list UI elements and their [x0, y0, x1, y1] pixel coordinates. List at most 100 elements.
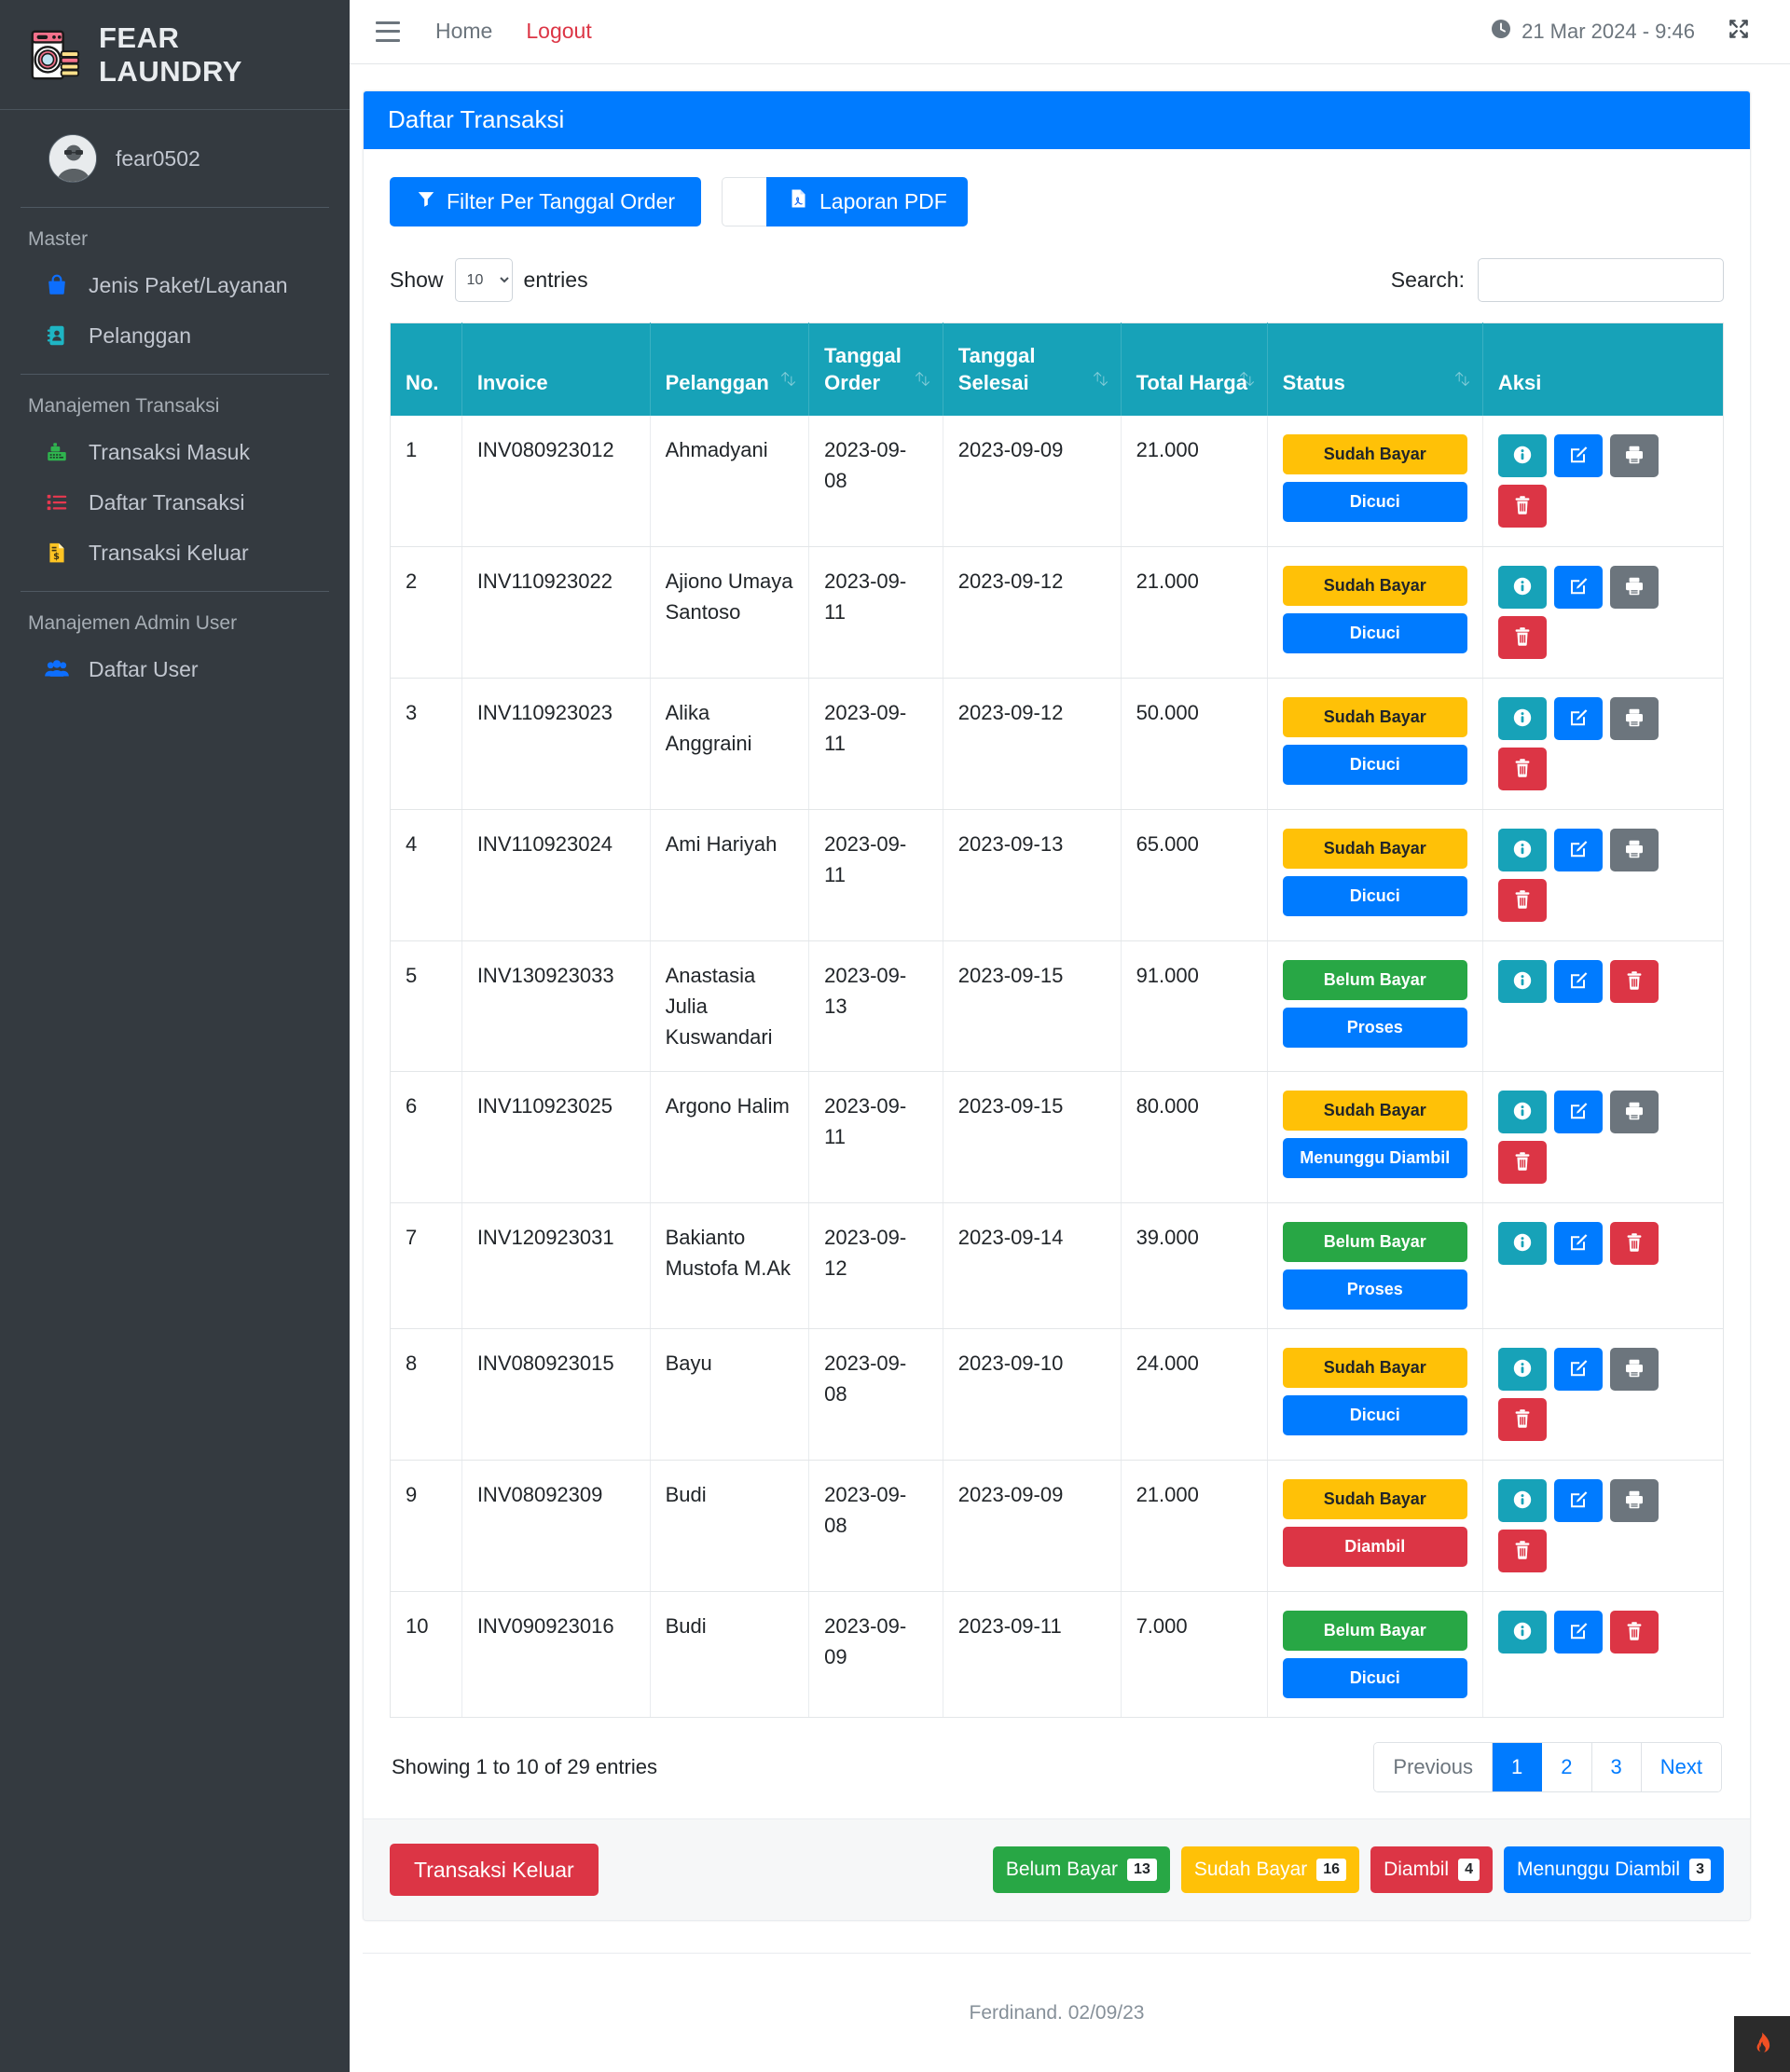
- delete-button[interactable]: [1497, 1530, 1547, 1572]
- pagination-page-2[interactable]: 2: [1542, 1743, 1592, 1791]
- print-icon: [1623, 575, 1645, 600]
- hamburger-icon[interactable]: [376, 21, 400, 42]
- info-button[interactable]: [1497, 1611, 1547, 1653]
- bag-icon: [43, 271, 71, 299]
- delete-button[interactable]: [1497, 879, 1547, 922]
- th-invoice: Invoice: [461, 322, 651, 416]
- summary-sudah-bayar[interactable]: Sudah Bayar 16: [1180, 1846, 1360, 1893]
- delete-button[interactable]: [1497, 1141, 1547, 1184]
- cell-status: Sudah Bayar Dicuci: [1267, 416, 1483, 547]
- info-button[interactable]: [1497, 697, 1547, 740]
- info-button[interactable]: [1497, 566, 1547, 609]
- laporan-pdf-button[interactable]: Laporan PDF: [766, 176, 968, 226]
- print-button[interactable]: [1609, 1091, 1659, 1133]
- table-row: 4 INV110923024 Ami Hariyah 2023-09-11 2023-0…: [390, 809, 1724, 941]
- entries-select[interactable]: 102550100: [454, 257, 513, 302]
- flame-icon[interactable]: [1734, 2016, 1790, 2072]
- edit-button[interactable]: [1553, 1479, 1603, 1522]
- pdf-dropdown-slot[interactable]: [722, 176, 767, 226]
- edit-button[interactable]: [1553, 1611, 1603, 1653]
- summary-menunggu-diambil[interactable]: Menunggu Diambil 3: [1503, 1846, 1724, 1893]
- edit-button[interactable]: [1553, 1091, 1603, 1133]
- pagination-previous[interactable]: Previous: [1374, 1743, 1493, 1791]
- file-pdf-icon: [787, 187, 809, 215]
- sidebar-item-daftar-user[interactable]: Daftar User: [0, 644, 350, 694]
- edit-button[interactable]: [1553, 1222, 1603, 1265]
- info-button[interactable]: [1497, 829, 1547, 871]
- pagination-page-3[interactable]: 3: [1591, 1743, 1642, 1791]
- sidebar-item-pelanggan[interactable]: Pelanggan: [0, 310, 350, 361]
- info-icon: [1511, 1620, 1534, 1645]
- edit-button[interactable]: [1553, 434, 1603, 477]
- brand[interactable]: FEAR LAUNDRY: [0, 0, 350, 110]
- cell-total-harga: 21.000: [1121, 1460, 1268, 1592]
- delete-button[interactable]: [1609, 1611, 1659, 1653]
- cell-tanggal-selesai: 2023-09-09: [943, 1460, 1122, 1592]
- print-button[interactable]: [1609, 829, 1659, 871]
- edit-button[interactable]: [1553, 566, 1603, 609]
- print-button[interactable]: [1609, 566, 1659, 609]
- cell-pelanggan: Alika Anggraini: [650, 678, 810, 810]
- delete-button[interactable]: [1497, 1398, 1547, 1441]
- nav-link-logout[interactable]: Logout: [526, 19, 591, 44]
- brand-title: FEAR LAUNDRY: [99, 21, 242, 88]
- th-total-harga[interactable]: Total Harga: [1121, 322, 1268, 416]
- filter-per-tanggal-order-button[interactable]: Filter Per Tanggal Order: [390, 176, 702, 226]
- summary-count: 3: [1689, 1859, 1711, 1881]
- edit-button[interactable]: [1553, 960, 1603, 1003]
- transaksi-keluar-button[interactable]: Transaksi Keluar: [390, 1844, 599, 1896]
- cell-invoice: INV08092309: [461, 1460, 651, 1592]
- th-tanggal-selesai[interactable]: Tanggal Selesai: [943, 322, 1122, 416]
- summary-diambil[interactable]: Diambil 4: [1370, 1846, 1493, 1893]
- pagination-page-1[interactable]: 1: [1493, 1743, 1543, 1791]
- topbar-right: 21 Mar 2024 - 9:46: [1490, 17, 1751, 46]
- search-input[interactable]: [1478, 257, 1724, 302]
- th-status[interactable]: Status: [1267, 322, 1483, 416]
- expand-icon[interactable]: [1727, 17, 1751, 46]
- delete-button[interactable]: [1497, 616, 1547, 659]
- th-tanggal-order[interactable]: Tanggal Order: [808, 322, 943, 416]
- print-button[interactable]: [1609, 1479, 1659, 1522]
- delete-icon: [1623, 969, 1645, 995]
- sidebar-item-transaksi-keluar[interactable]: $ Transaksi Keluar: [0, 528, 350, 578]
- clock-icon: [1490, 18, 1512, 46]
- edit-button[interactable]: [1553, 829, 1603, 871]
- cell-status: Sudah Bayar Dicuci: [1267, 1328, 1483, 1461]
- summary-belum-bayar[interactable]: Belum Bayar 13: [992, 1846, 1170, 1893]
- table-row: 3 INV110923023 Alika Anggraini 2023-09-11 20…: [390, 678, 1724, 810]
- nav-link-home[interactable]: Home: [435, 19, 492, 44]
- edit-button[interactable]: [1553, 1348, 1603, 1391]
- filter-button-label: Filter Per Tanggal Order: [447, 188, 676, 213]
- cell-pelanggan: Budi: [650, 1591, 810, 1718]
- info-button[interactable]: [1497, 1479, 1547, 1522]
- cell-aksi: [1482, 1328, 1724, 1461]
- process-status-badge: Dicuci: [1282, 876, 1467, 916]
- info-button[interactable]: [1497, 1091, 1547, 1133]
- user-panel[interactable]: fear0502: [21, 110, 329, 208]
- sidebar-item-daftar-transaksi[interactable]: Daftar Transaksi: [0, 477, 350, 528]
- cell-no: 8: [390, 1328, 462, 1461]
- info-button[interactable]: [1497, 960, 1547, 1003]
- delete-icon: [1623, 1231, 1645, 1256]
- cell-no: 1: [390, 416, 462, 547]
- sidebar-item-jenis-paket-layanan[interactable]: Jenis Paket/Layanan: [0, 260, 350, 310]
- th-pelanggan[interactable]: Pelanggan: [650, 322, 810, 416]
- delete-button[interactable]: [1497, 485, 1547, 528]
- delete-button[interactable]: [1609, 960, 1659, 1003]
- delete-button[interactable]: [1609, 1222, 1659, 1265]
- delete-button[interactable]: [1497, 748, 1547, 790]
- edit-button[interactable]: [1553, 697, 1603, 740]
- info-button[interactable]: [1497, 434, 1547, 477]
- payment-status-badge: Sudah Bayar: [1282, 1091, 1467, 1131]
- print-button[interactable]: [1609, 697, 1659, 740]
- cell-tanggal-order: 2023-09-08: [808, 1328, 943, 1461]
- cell-tanggal-order: 2023-09-11: [808, 1071, 943, 1203]
- sidebar-item-transaksi-masuk[interactable]: Transaksi Masuk: [0, 427, 350, 477]
- info-button[interactable]: [1497, 1348, 1547, 1391]
- pagination-next[interactable]: Next: [1641, 1743, 1721, 1791]
- info-button[interactable]: [1497, 1222, 1547, 1265]
- info-icon: [1511, 1100, 1534, 1125]
- print-button[interactable]: [1609, 434, 1659, 477]
- datetime-text: 21 Mar 2024 - 9:46: [1522, 19, 1695, 43]
- print-button[interactable]: [1609, 1348, 1659, 1391]
